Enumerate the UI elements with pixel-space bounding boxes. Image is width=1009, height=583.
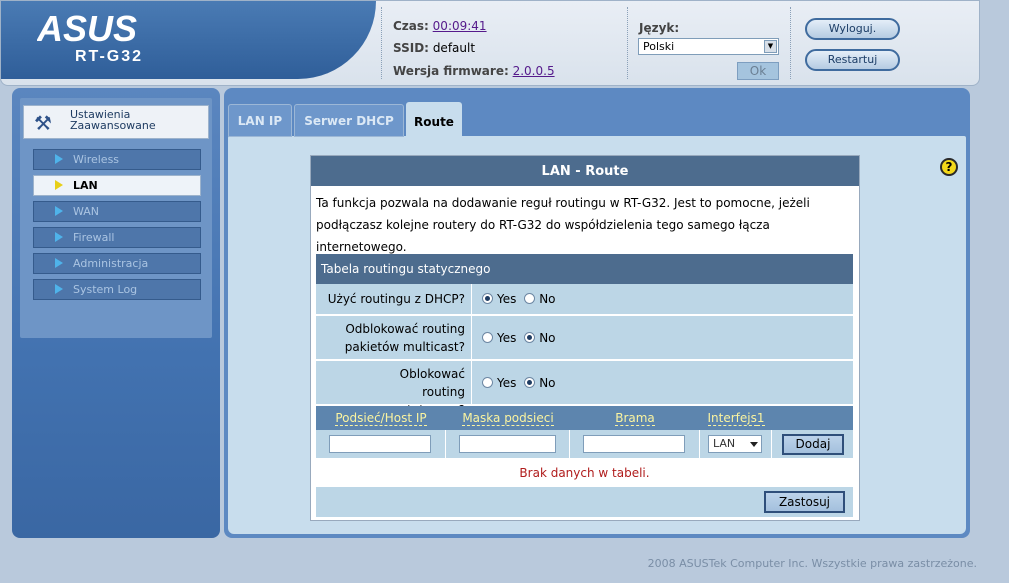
static-routing-no-radio[interactable] bbox=[524, 377, 536, 388]
static-routing-yes-radio[interactable] bbox=[482, 377, 493, 388]
language-ok-button[interactable]: Ok bbox=[737, 62, 779, 80]
help-icon[interactable]: ? bbox=[940, 158, 958, 176]
add-cell: Dodaj bbox=[772, 430, 853, 458]
interface-select-value: LAN bbox=[713, 437, 736, 450]
dhcp-routing-yes-radio[interactable] bbox=[482, 293, 493, 304]
tools-icon: ⚒ bbox=[34, 111, 52, 135]
dropdown-arrow-icon bbox=[750, 442, 758, 447]
column-header-interface-suffix: 1 bbox=[756, 411, 765, 426]
sidebar-item-wireless[interactable]: Wireless bbox=[33, 149, 201, 170]
dhcp-routing-label: Użyć routingu z DHCP? bbox=[316, 284, 471, 315]
form-title: LAN - Route bbox=[311, 156, 859, 186]
interface-select[interactable]: LAN bbox=[708, 435, 762, 453]
radio-label: No bbox=[539, 331, 556, 345]
apply-row: Zastosuj bbox=[316, 487, 853, 517]
asus-logo-text: ASUS bbox=[37, 13, 137, 45]
sidebar-item-wan[interactable]: WAN bbox=[33, 201, 201, 222]
time-label: Czas: bbox=[393, 19, 429, 33]
sidebar-item-label: WAN bbox=[73, 205, 100, 218]
gateway-cell bbox=[570, 430, 700, 458]
time-value-link[interactable]: 00:09:41 bbox=[433, 19, 487, 33]
apply-button[interactable]: Zastosuj bbox=[764, 491, 845, 513]
arrow-right-icon bbox=[55, 206, 63, 216]
gateway-input[interactable] bbox=[583, 435, 685, 453]
advanced-settings-label: Ustawienia Zaawansowane bbox=[70, 109, 156, 131]
multicast-routing-options: Yes No bbox=[472, 316, 853, 360]
ssid-value: default bbox=[432, 41, 476, 55]
static-routing-options: Yes No bbox=[472, 361, 853, 405]
radio-label: Yes bbox=[497, 292, 517, 306]
header-divider bbox=[627, 7, 628, 79]
firmware-label: Wersja firmware: bbox=[393, 64, 509, 78]
advanced-settings-label-line2: Zaawansowane bbox=[70, 119, 156, 132]
netmask-cell bbox=[446, 430, 570, 458]
sidebar-item-label: Administracja bbox=[73, 257, 149, 270]
arrow-right-icon bbox=[55, 154, 63, 164]
arrow-right-icon bbox=[55, 232, 63, 242]
radio-label: No bbox=[539, 292, 556, 306]
logout-button[interactable]: Wyloguj. bbox=[805, 18, 900, 40]
column-header-subnet: Podsieć/Host IP bbox=[316, 406, 446, 430]
advanced-settings-header[interactable]: ⚒ Ustawienia Zaawansowane bbox=[23, 105, 209, 139]
sidebar: ⚒ Ustawienia Zaawansowane Wireless LAN W… bbox=[12, 88, 220, 538]
sidebar-item-firewall[interactable]: Firewall bbox=[33, 227, 201, 248]
interface-cell: LAN bbox=[700, 430, 772, 458]
column-header-interface: Interfejs1 bbox=[700, 406, 772, 430]
radio-label: Yes bbox=[497, 376, 517, 390]
sidebar-item-label: Firewall bbox=[73, 231, 115, 244]
footer-copyright: 2008 ASUSTek Computer Inc. Wszystkie pra… bbox=[647, 557, 977, 570]
time-line: Czas: 00:09:41 bbox=[393, 19, 487, 33]
route-form: LAN - Route Ta funkcja pozwala na dodawa… bbox=[310, 155, 860, 521]
language-label: Język: bbox=[639, 21, 680, 35]
sidebar-item-label: LAN bbox=[73, 179, 98, 192]
header-bar: ASUS RT-G32 Czas: 00:09:41 SSID: default… bbox=[0, 0, 980, 86]
radio-label: Yes bbox=[497, 331, 517, 345]
sidebar-item-label: Wireless bbox=[73, 153, 120, 166]
column-header-netmask: Maska podsieci bbox=[446, 406, 570, 430]
add-route-button[interactable]: Dodaj bbox=[782, 434, 844, 455]
dhcp-routing-options: Yes No bbox=[472, 284, 853, 315]
tab-serwer-dhcp[interactable]: Serwer DHCP bbox=[294, 104, 404, 137]
firmware-value-link[interactable]: 2.0.0.5 bbox=[513, 64, 555, 78]
dhcp-routing-no-radio[interactable] bbox=[524, 293, 536, 304]
model-name: RT-G32 bbox=[75, 48, 144, 65]
firmware-line: Wersja firmware: 2.0.0.5 bbox=[393, 64, 555, 78]
restart-button[interactable]: Restartuj bbox=[805, 49, 900, 71]
dropdown-arrow-icon: ▼ bbox=[764, 40, 777, 53]
sidebar-item-system-log[interactable]: System Log bbox=[33, 279, 201, 300]
multicast-routing-no-radio[interactable] bbox=[524, 332, 536, 343]
column-header-action bbox=[772, 406, 853, 430]
tab-lan-ip[interactable]: LAN IP bbox=[228, 104, 292, 137]
form-description: Ta funkcja pozwala na dodawanie reguł ro… bbox=[316, 196, 810, 254]
ssid-label: SSID: bbox=[393, 41, 429, 55]
multicast-routing-label: Odblokować routing pakietów multicast? bbox=[316, 316, 471, 360]
static-routing-table-title: Tabela routingu statycznego bbox=[316, 254, 853, 284]
sidebar-item-label: System Log bbox=[73, 283, 138, 296]
language-select[interactable]: Polski ▼ bbox=[638, 38, 779, 55]
static-routing-label: Oblokować routing statyczny? bbox=[316, 361, 471, 417]
sidebar-item-administracja[interactable]: Administracja bbox=[33, 253, 201, 274]
arrow-right-icon bbox=[55, 180, 63, 190]
empty-table-message: Brak danych w tabeli. bbox=[316, 460, 853, 486]
header-divider bbox=[790, 7, 791, 79]
subnet-cell bbox=[316, 430, 446, 458]
sidebar-item-lan[interactable]: LAN bbox=[33, 175, 201, 196]
netmask-input[interactable] bbox=[459, 435, 556, 453]
subnet-input[interactable] bbox=[329, 435, 431, 453]
tab-route[interactable]: Route bbox=[406, 102, 462, 138]
multicast-routing-yes-radio[interactable] bbox=[482, 332, 493, 343]
arrow-right-icon bbox=[55, 258, 63, 268]
arrow-right-icon bbox=[55, 284, 63, 294]
ssid-line: SSID: default bbox=[393, 41, 475, 55]
header-divider bbox=[381, 7, 382, 79]
column-header-gateway: Brama bbox=[570, 406, 700, 430]
radio-label: No bbox=[539, 376, 556, 390]
language-select-value: Polski bbox=[643, 40, 675, 53]
brand-area: ASUS RT-G32 bbox=[1, 1, 376, 79]
asus-logo: ASUS bbox=[37, 13, 137, 45]
